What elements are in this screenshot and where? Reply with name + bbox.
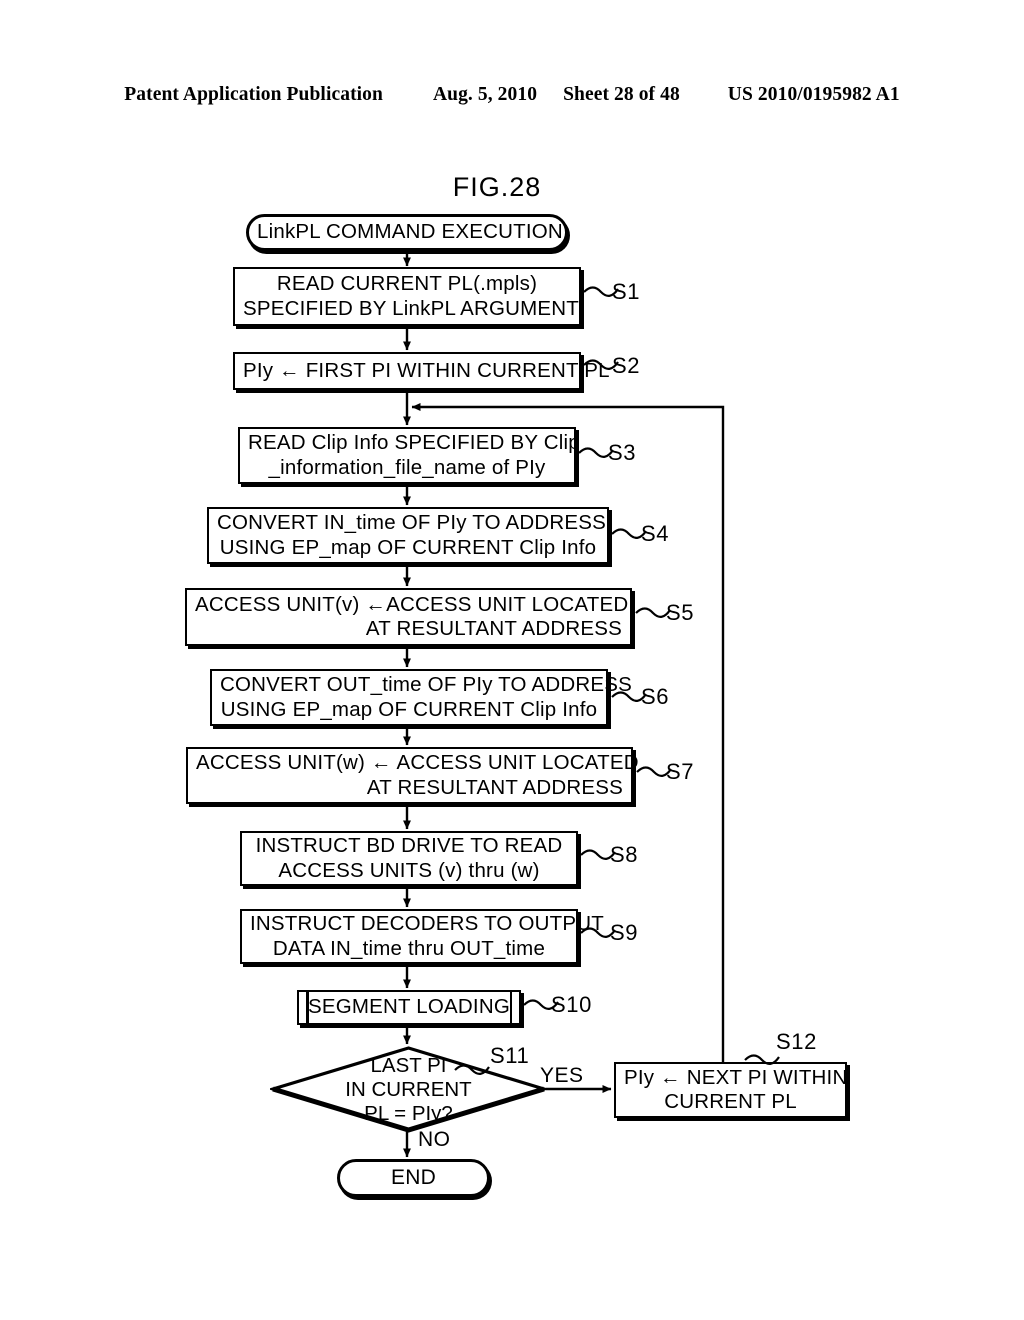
predefined-process-left-bar <box>306 992 309 1023</box>
node-s11-line-2: IN CURRENT <box>345 1078 472 1102</box>
node-s10-line-1: SEGMENT LOADING <box>308 995 510 1019</box>
node-s12-line-1: PIy ← NEXT PI WITHIN <box>624 1065 848 1089</box>
step-label-s6: S6 <box>641 684 670 709</box>
node-s4-line-2: USING EP_map OF CURRENT Clip Info <box>219 535 597 559</box>
edge-label-no: NO <box>418 1128 451 1151</box>
node-end-label: END <box>391 1165 436 1189</box>
node-s9-line-1: INSTRUCT DECODERS TO OUTPUT <box>250 912 604 936</box>
node-start[interactable]: LinkPL COMMAND EXECUTION <box>246 214 568 251</box>
node-s3-line-1: READ Clip Info SPECIFIED BY Clip <box>248 431 580 455</box>
node-s1-line-1: READ CURRENT PL(.mpls) <box>276 272 538 296</box>
node-s6-line-1: CONVERT OUT_time OF PIy TO ADDRESS <box>220 673 632 697</box>
node-step-s7[interactable]: ACCESS UNIT(w) ← ACCESS UNIT LOCATED AT … <box>186 747 639 804</box>
node-step-s2[interactable]: PIy ← FIRST PI WITHIN CURRENT PL <box>233 352 610 390</box>
step-label-s11: S11 <box>490 1043 530 1068</box>
step-label-s12: S12 <box>776 1029 817 1054</box>
step-label-s2: S2 <box>612 353 641 378</box>
node-s11-line-3: PL = PIy? <box>364 1101 453 1125</box>
node-s4-line-1: CONVERT IN_time OF PIy TO ADDRESS <box>217 511 606 535</box>
node-s9-line-2: DATA IN_time thru OUT_time <box>272 936 546 960</box>
predefined-process-right-bar <box>509 992 512 1023</box>
step-label-s4: S4 <box>641 521 670 546</box>
node-step-s5[interactable]: ACCESS UNIT(v) ←ACCESS UNIT LOCATED AT R… <box>185 588 632 646</box>
node-step-s9[interactable]: INSTRUCT DECODERS TO OUTPUT DATA IN_time… <box>240 909 604 964</box>
node-step-s4[interactable]: CONVERT IN_time OF PIy TO ADDRESS USING … <box>207 507 609 564</box>
edge-label-yes: YES <box>540 1064 584 1087</box>
node-s2-line-1: PIy ← FIRST PI WITHIN CURRENT PL <box>243 358 610 382</box>
node-s5-line-2: AT RESULTANT ADDRESS <box>365 617 622 640</box>
node-step-s3[interactable]: READ Clip Info SPECIFIED BY Clip _inform… <box>238 427 580 484</box>
flowchart-diagram: LinkPL COMMAND EXECUTION READ CURRENT PL… <box>0 0 1024 1320</box>
node-step-s12[interactable]: PIy ← NEXT PI WITHIN CURRENT PL <box>614 1062 847 1118</box>
node-s8-line-1: INSTRUCT BD DRIVE TO READ <box>255 834 563 858</box>
node-end[interactable]: END <box>337 1159 490 1197</box>
node-s1-line-2: SPECIFIED BY LinkPL ARGUMENT <box>243 296 579 320</box>
node-step-s10[interactable]: SEGMENT LOADING <box>297 990 521 1025</box>
node-step-s8[interactable]: INSTRUCT BD DRIVE TO READ ACCESS UNITS (… <box>240 831 578 886</box>
node-step-s1[interactable]: READ CURRENT PL(.mpls) SPECIFIED BY Link… <box>233 267 581 326</box>
node-s11-line-1: LAST PI <box>370 1054 447 1078</box>
node-step-s6[interactable]: CONVERT OUT_time OF PIy TO ADDRESS USING… <box>210 669 632 726</box>
node-s12-line-2: CURRENT PL <box>664 1090 797 1113</box>
node-start-label: LinkPL COMMAND EXECUTION <box>257 220 563 244</box>
node-s3-line-2: _information_file_name of PIy <box>268 455 546 479</box>
step-label-s5: S5 <box>666 600 695 625</box>
node-s8-line-2: ACCESS UNITS (v) thru (w) <box>278 858 540 882</box>
node-s7-line-1: ACCESS UNIT(w) ← ACCESS UNIT LOCATED <box>196 751 639 775</box>
node-s5-line-1: ACCESS UNIT(v) ←ACCESS UNIT LOCATED <box>195 592 629 616</box>
node-s7-line-2: AT RESULTANT ADDRESS <box>366 775 623 799</box>
step-label-s8: S8 <box>610 842 639 867</box>
node-s11-text: LAST PI IN CURRENT PL = PIy? <box>345 1054 471 1125</box>
step-label-s3: S3 <box>608 440 637 465</box>
node-s6-line-2: USING EP_map OF CURRENT Clip Info <box>220 697 598 721</box>
step-label-s10: S10 <box>551 992 592 1017</box>
step-label-s7: S7 <box>666 759 695 784</box>
step-label-s1: S1 <box>612 279 641 304</box>
step-label-s9: S9 <box>610 920 639 945</box>
